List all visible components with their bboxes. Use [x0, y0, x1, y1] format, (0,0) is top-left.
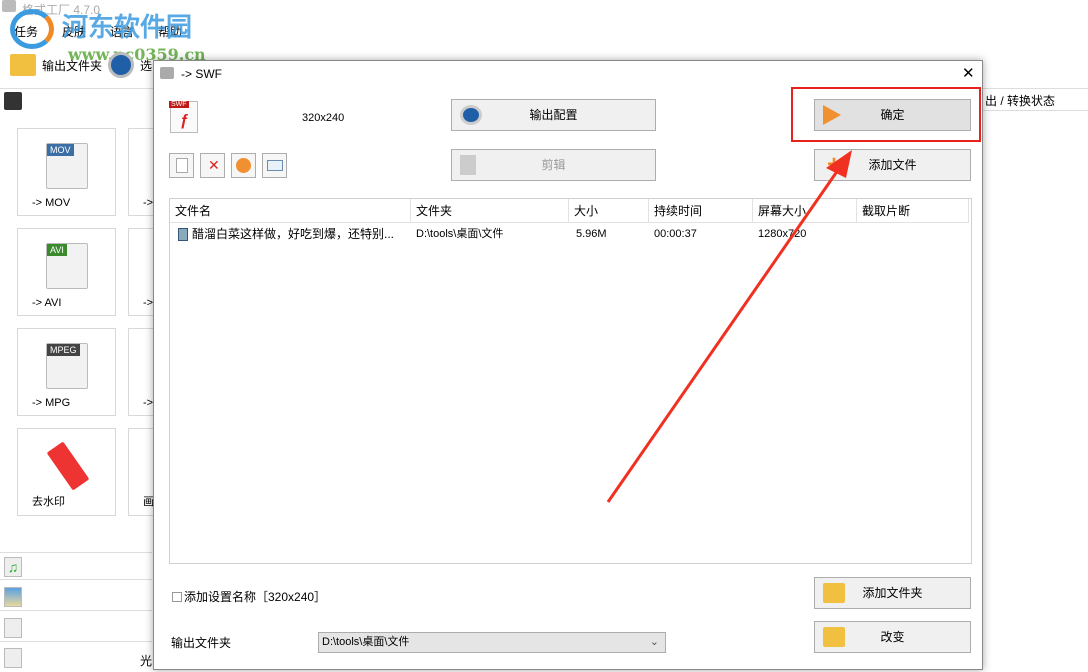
- arrow-head: [826, 150, 852, 178]
- annotation-arrow: [606, 150, 852, 503]
- arrow-line: [606, 169, 840, 503]
